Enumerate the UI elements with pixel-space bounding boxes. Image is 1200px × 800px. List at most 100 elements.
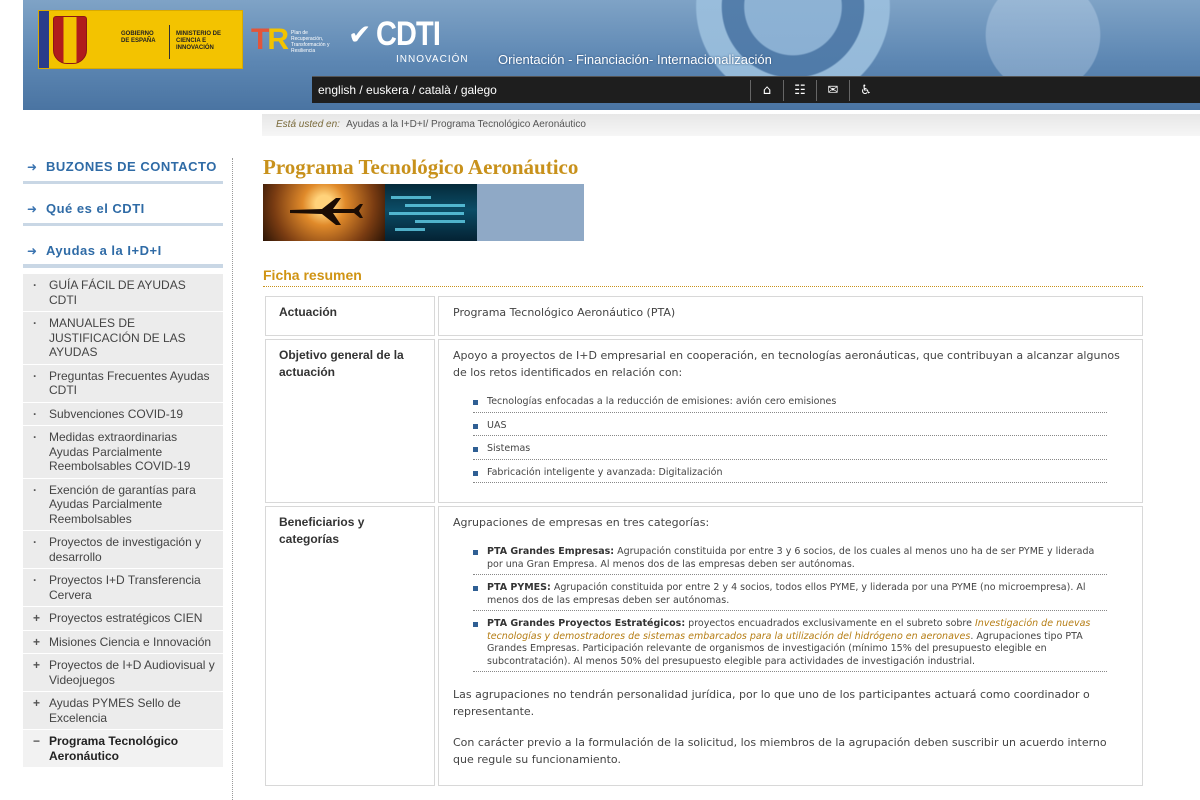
mail-icon[interactable]: ✉ — [816, 80, 849, 101]
section-title: Ficha resumen — [263, 267, 1143, 287]
cdti-logo[interactable]: ✔ CDTI INNOVACIÓN — [346, 10, 468, 70]
sidebar-item-pta[interactable]: − Programa Tecnológico Aeronáutico — [23, 730, 223, 768]
list-item: Fabricación inteligente y avanzada: Digi… — [473, 464, 1107, 483]
breadcrumb: Está usted en: Ayudas a la I+D+I/ Progra… — [262, 114, 1200, 136]
prtr-text: Plan de Recuperación, Transformación y R… — [291, 30, 330, 54]
cdti-wordmark: CDTI — [376, 15, 441, 53]
sidebar-item-label: Programa Tecnológico Aeronáutico — [49, 734, 179, 763]
collapse-icon[interactable]: − — [33, 734, 40, 749]
sidebar-item-subvenciones[interactable]: · Subvenciones COVID-19 — [23, 402, 223, 426]
list-item: Tecnologías enfocadas a la reducción de … — [473, 393, 1107, 413]
language-bar: english / euskera / català / galego ⌂ ☷ … — [312, 76, 1200, 103]
accessibility-icon[interactable]: ♿ — [849, 80, 882, 101]
sidebar-item-label: Ayudas PYMES Sello de Excelencia — [49, 696, 181, 725]
paragraph: Las agrupaciones no tendrán personalidad… — [453, 688, 1090, 718]
sidebar-item-label: Subvenciones COVID-19 — [49, 406, 184, 421]
sidebar-item-label: MANUALES DE JUSTIFICACIÓN DE LAS AYUDAS — [49, 316, 186, 359]
sidebar-item-preguntas[interactable]: · Preguntas Frecuentes Ayudas CDTI — [23, 364, 223, 403]
sidebar-item-misiones[interactable]: + Misiones Ciencia e Innovación — [23, 630, 223, 654]
tagline: Orientación - Financiación- Internaciona… — [498, 52, 772, 67]
sidebar: ➜ BUZONES DE CONTACTO ➜ Qué es el CDTI ➜… — [23, 150, 223, 800]
sidebar-section-ayudas[interactable]: ➜ Ayudas a la I+D+I — [23, 234, 223, 268]
home-icon[interactable]: ⌂ — [750, 80, 783, 101]
sidebar-item-label: Proyectos estratégicos CIEN — [49, 611, 203, 625]
sidebar-item-medidas[interactable]: · Medidas extraordinarias Ayudas Parcialm… — [23, 426, 223, 479]
sidebar-item-label: Medidas extraordinarias Ayudas Parcialme… — [49, 430, 191, 473]
bullet-icon: · — [33, 482, 37, 497]
bullet-icon: · — [33, 573, 37, 587]
technology-image — [385, 184, 477, 241]
bullet-icon: · — [33, 430, 37, 444]
banner-image — [263, 184, 584, 241]
sidebar-item-manuales[interactable]: · MANUALES DE JUSTIFICACIÓN DE LAS AYUDAS — [23, 312, 223, 365]
sidebar-section-que-es[interactable]: ➜ Qué es el CDTI — [23, 192, 223, 226]
list-item: Sistemas — [473, 440, 1107, 460]
breadcrumb-label: Está usted en: — [276, 119, 340, 130]
language-links: english / euskera / català / galego — [318, 83, 497, 97]
sidebar-item-guia[interactable]: · GUÍA FÁCIL DE AYUDAS CDTI — [23, 274, 223, 312]
table-row: Beneficiarios y categorías Agrupaciones … — [265, 506, 1143, 786]
sidebar-section-label: Ayudas a la I+D+I — [46, 243, 162, 258]
chevron-icon: ➜ — [27, 202, 38, 216]
lang-euskera[interactable]: euskera — [366, 83, 409, 97]
sidebar-item-exencion[interactable]: · Exención de garantías para Ayudas Parci… — [23, 478, 223, 531]
sidebar-item-cervera[interactable]: · Proyectos I+D Transferencia Cervera — [23, 569, 223, 607]
row-key: Actuación — [265, 296, 435, 336]
sidebar-item-audiovisual[interactable]: + Proyectos de I+D Audiovisual y Videojue… — [23, 654, 223, 692]
main-content: Programa Tecnológico Aeronáutico Ficha r… — [263, 150, 1143, 786]
sidebar-item-label: Proyectos de investigación y desarrollo — [49, 535, 202, 564]
lang-english[interactable]: english — [318, 83, 356, 97]
lang-separator: / — [450, 83, 461, 97]
breadcrumb-link-ayudas[interactable]: Ayudas a la I+D+I/ — [346, 119, 428, 130]
expand-icon[interactable]: + — [33, 611, 40, 626]
bullet-icon: · — [33, 406, 37, 421]
category-name: PTA PYMES: — [487, 582, 551, 593]
list-item: UAS — [473, 417, 1107, 436]
gobierno-logo[interactable]: GOBIERNO DE ESPAÑA MINISTERIO DE CIENCIA… — [38, 10, 243, 69]
eu-flag-icon — [39, 11, 49, 68]
sidebar-item-proyectos-id[interactable]: · Proyectos de investigación y desarrollo — [23, 531, 223, 569]
airplane-sunset-image — [263, 184, 385, 241]
expand-icon[interactable]: + — [33, 635, 40, 650]
sidebar-item-label: GUÍA FÁCIL DE AYUDAS CDTI — [49, 278, 186, 307]
expand-icon[interactable]: + — [33, 696, 40, 711]
list-item: PTA PYMES: Agrupación constituida por en… — [473, 579, 1107, 611]
lang-separator: / — [408, 83, 419, 97]
chevron-icon: ➜ — [27, 160, 38, 174]
prtr-logo[interactable]: TR Plan de Recuperación, Transformación … — [251, 22, 331, 62]
page-title: Programa Tecnológico Aeronáutico — [263, 155, 579, 179]
logo-divider — [169, 25, 170, 59]
gov-left-text: GOBIERNO DE ESPAÑA — [121, 31, 156, 44]
list-item: PTA Grandes Proyectos Estratégicos: proy… — [473, 615, 1107, 672]
check-icon: ✔ — [348, 18, 372, 51]
category-name: PTA Grandes Proyectos Estratégicos: — [487, 618, 686, 629]
sidebar-item-label: Proyectos I+D Transferencia Cervera — [49, 573, 201, 602]
prtr-mark-icon: TR — [251, 23, 289, 56]
row-value: Apoyo a proyectos de I+D empresarial en … — [438, 339, 1143, 503]
lang-catala[interactable]: català — [419, 83, 451, 97]
row-key: Beneficiarios y categorías — [265, 506, 435, 786]
row-text: Apoyo a proyectos de I+D empresarial en … — [453, 349, 1120, 379]
chevron-icon: ➜ — [27, 244, 38, 258]
sidebar-item-cien[interactable]: + Proyectos estratégicos CIEN — [23, 607, 223, 631]
category-text: Agrupación constituida por entre 2 y 4 s… — [487, 582, 1086, 606]
sidebar-item-pymes[interactable]: + Ayudas PYMES Sello de Excelencia — [23, 692, 223, 730]
row-value: Agrupaciones de empresas en tres categor… — [438, 506, 1143, 786]
bullet-icon: · — [33, 368, 37, 383]
sidebar-item-label: Proyectos de I+D Audiovisual y Videojueg… — [49, 658, 215, 687]
coat-of-arms-icon — [53, 16, 87, 64]
table-row: Actuación Programa Tecnológico Aeronáuti… — [265, 296, 1143, 336]
sidebar-section-label: BUZONES DE CONTACTO — [46, 159, 217, 174]
table-row: Objetivo general de la actuación Apoyo a… — [265, 339, 1143, 503]
lang-separator: / — [356, 83, 367, 97]
sitemap-icon[interactable]: ☷ — [783, 80, 816, 101]
sidebar-section-buzones[interactable]: ➜ BUZONES DE CONTACTO — [23, 150, 223, 184]
row-text: Agrupaciones de empresas en tres categor… — [453, 516, 710, 529]
expand-icon[interactable]: + — [33, 658, 40, 673]
category-name: PTA Grandes Empresas: — [487, 546, 615, 557]
lang-galego[interactable]: galego — [461, 83, 497, 97]
list-item: PTA Grandes Empresas: Agrupación constit… — [473, 543, 1107, 575]
cdti-subtitle: INNOVACIÓN — [396, 54, 469, 65]
airplane-icon — [290, 198, 363, 225]
sidebar-item-label: Misiones Ciencia e Innovación — [49, 634, 212, 649]
